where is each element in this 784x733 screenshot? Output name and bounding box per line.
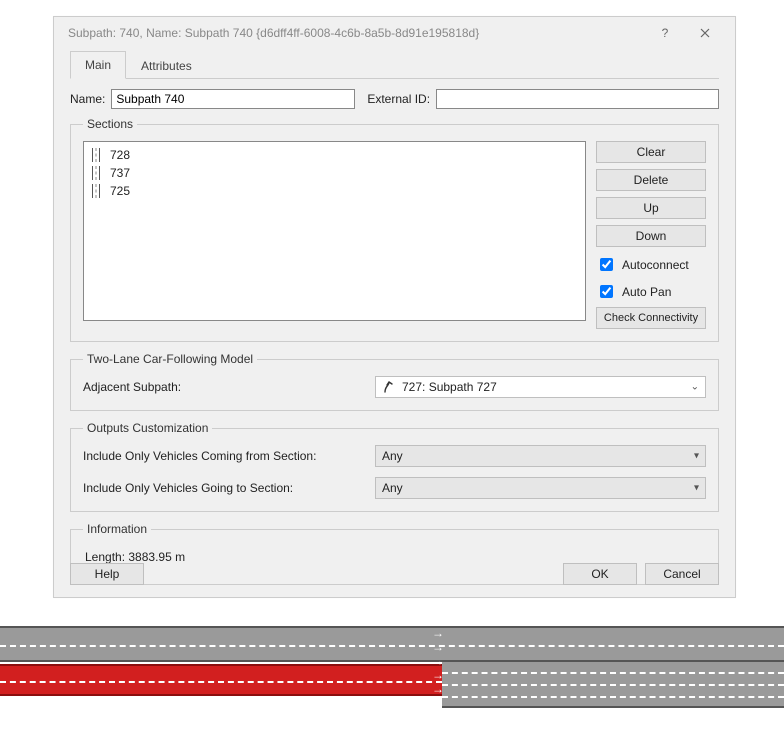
from-section-value: Any [382, 449, 403, 463]
section-icon [90, 184, 102, 198]
adjacent-subpath-combo[interactable]: 727: Subpath 727 ⌄ [375, 376, 706, 398]
outputs-group: Outputs Customization Include Only Vehic… [70, 421, 719, 512]
chevron-down-icon: ▾ [694, 451, 699, 462]
external-id-input[interactable] [436, 89, 719, 109]
twolane-group: Two-Lane Car-Following Model Adjacent Su… [70, 352, 719, 411]
autoconnect-check[interactable]: Autoconnect [596, 255, 706, 274]
up-button[interactable]: Up [596, 197, 706, 219]
name-row: Name: External ID: [70, 89, 719, 109]
external-id-label: External ID: [367, 92, 430, 106]
window-title: Subpath: 740, Name: Subpath 740 {d6dff4f… [68, 26, 645, 40]
tab-content-main: Name: External ID: Sections 728 737 [54, 79, 735, 585]
section-id: 728 [110, 148, 130, 162]
autopan-checkbox[interactable] [600, 285, 613, 298]
autopan-label: Auto Pan [622, 285, 671, 299]
list-item[interactable]: 737 [90, 164, 579, 182]
autopan-check[interactable]: Auto Pan [596, 282, 706, 301]
outputs-legend: Outputs Customization [83, 421, 212, 435]
section-id: 737 [110, 166, 130, 180]
adjacent-subpath-label: Adjacent Subpath: [83, 380, 365, 394]
titlebar: Subpath: 740, Name: Subpath 740 {d6dff4f… [54, 17, 735, 49]
check-connectivity-button[interactable]: Check Connectivity [596, 307, 706, 329]
to-section-value: Any [382, 481, 403, 495]
sections-legend: Sections [83, 117, 137, 131]
twolane-legend: Two-Lane Car-Following Model [83, 352, 257, 366]
help-button[interactable]: Help [70, 563, 144, 585]
tab-bar: Main Attributes [70, 51, 719, 79]
chevron-down-icon: ⌄ [691, 382, 699, 393]
direction-arrows-icon: →→→→→ [420, 626, 444, 696]
titlebar-close-button[interactable] [685, 19, 725, 47]
to-section-label: Include Only Vehicles Going to Section: [83, 481, 365, 495]
section-icon [90, 166, 102, 180]
titlebar-help-button[interactable]: ? [645, 19, 685, 47]
cancel-button[interactable]: Cancel [645, 563, 719, 585]
down-button[interactable]: Down [596, 225, 706, 247]
dialog-footer: Help OK Cancel [70, 563, 719, 585]
autoconnect-checkbox[interactable] [600, 258, 613, 271]
autoconnect-label: Autoconnect [622, 258, 689, 272]
name-label: Name: [70, 92, 105, 106]
road-preview: →→→→→ [0, 626, 784, 716]
road-lower-right [442, 662, 784, 708]
name-input[interactable] [111, 89, 355, 109]
adjacent-subpath-value: 727: Subpath 727 [402, 380, 497, 394]
to-section-combo[interactable]: Any ▾ [375, 477, 706, 499]
information-legend: Information [83, 522, 151, 536]
sections-side: Clear Delete Up Down Autoconnect Auto Pa… [596, 141, 706, 329]
road-highlight [0, 664, 442, 696]
tab-main[interactable]: Main [70, 51, 126, 79]
section-icon [90, 148, 102, 162]
list-item[interactable]: 728 [90, 146, 579, 164]
delete-button[interactable]: Delete [596, 169, 706, 191]
subpath-icon [382, 380, 396, 394]
tab-attributes[interactable]: Attributes [126, 52, 207, 79]
road-upper [0, 626, 784, 662]
sections-group: Sections 728 737 725 [70, 117, 719, 342]
list-item[interactable]: 725 [90, 182, 579, 200]
sections-list[interactable]: 728 737 725 [83, 141, 586, 321]
from-section-label: Include Only Vehicles Coming from Sectio… [83, 449, 365, 463]
subpath-dialog: Subpath: 740, Name: Subpath 740 {d6dff4f… [53, 16, 736, 598]
section-id: 725 [110, 184, 130, 198]
close-icon [700, 28, 710, 38]
chevron-down-icon: ▾ [694, 483, 699, 494]
clear-button[interactable]: Clear [596, 141, 706, 163]
ok-button[interactable]: OK [563, 563, 637, 585]
from-section-combo[interactable]: Any ▾ [375, 445, 706, 467]
